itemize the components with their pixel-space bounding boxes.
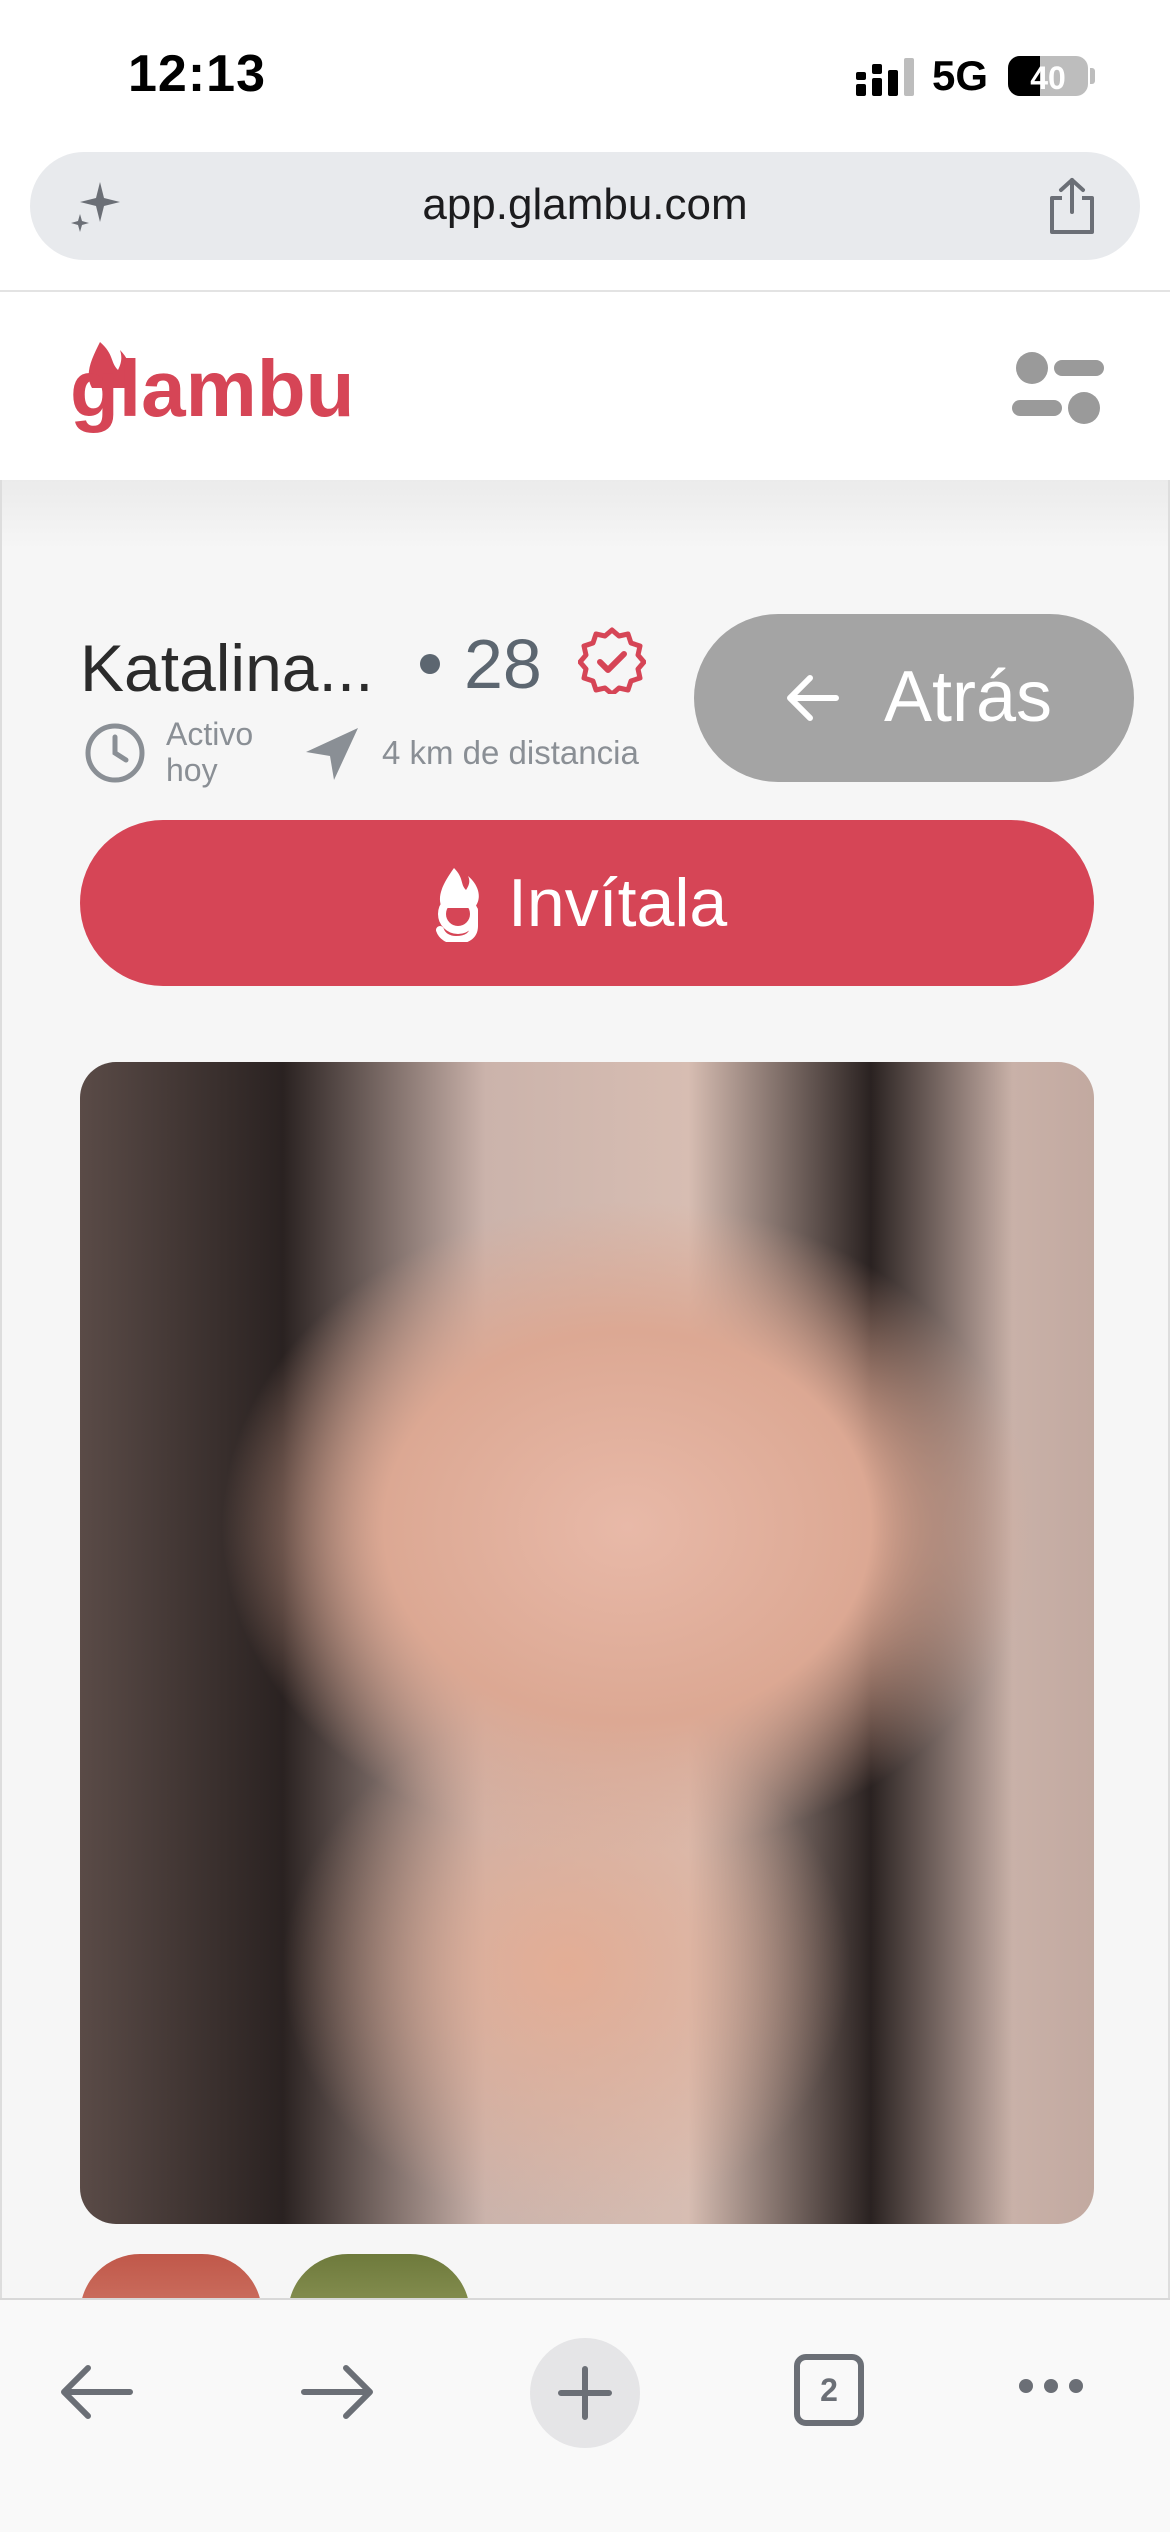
profile-photo[interactable] bbox=[80, 1062, 1094, 2224]
activity-status-line2: hoy bbox=[166, 752, 218, 788]
profile-content: Katalina... 28 Activo hoy 4 km de distan… bbox=[0, 480, 1170, 2298]
battery-tip bbox=[1090, 68, 1095, 84]
url-text[interactable]: app.glambu.com bbox=[30, 180, 1140, 230]
back-button-label: Atrás bbox=[884, 657, 1053, 737]
clock-icon bbox=[85, 723, 145, 783]
photo-thumbnail[interactable] bbox=[288, 2254, 470, 2298]
photo-thumbnail[interactable] bbox=[80, 2254, 262, 2298]
invite-button-label: Invítala bbox=[508, 865, 728, 941]
tab-count: 2 bbox=[820, 2372, 838, 2408]
logo-text: glambu bbox=[70, 344, 354, 433]
plus-icon bbox=[558, 2366, 612, 2420]
status-time: 12:13 bbox=[128, 45, 266, 103]
more-icon[interactable] bbox=[1016, 2374, 1086, 2398]
profile-age: 28 bbox=[464, 625, 542, 703]
browser-back-icon[interactable] bbox=[56, 2362, 136, 2422]
arrow-left-icon bbox=[787, 675, 839, 721]
url-bar[interactable]: app.glambu.com bbox=[30, 152, 1140, 260]
invite-button[interactable]: Invítala bbox=[80, 820, 1094, 986]
glambu-logo[interactable]: glambu bbox=[70, 334, 400, 444]
browser-toolbar: 2 bbox=[0, 2298, 1170, 2532]
menu-icon[interactable] bbox=[1012, 350, 1104, 426]
battery-icon: 40 bbox=[1008, 56, 1088, 96]
verified-icon bbox=[578, 627, 646, 694]
app-header: glambu bbox=[0, 292, 1170, 480]
content-shade bbox=[2, 480, 1168, 550]
profile-name: Katalina... bbox=[80, 631, 374, 705]
new-tab-button[interactable] bbox=[530, 2338, 640, 2448]
browser-forward-icon[interactable] bbox=[298, 2362, 378, 2422]
flame-icon bbox=[436, 868, 479, 942]
navigation-icon bbox=[306, 728, 358, 780]
battery-level: 40 bbox=[1030, 60, 1066, 96]
share-icon[interactable] bbox=[1044, 176, 1100, 236]
signal-icon bbox=[856, 58, 914, 96]
tabs-button[interactable]: 2 bbox=[794, 2354, 864, 2426]
activity-status: Activo hoy bbox=[166, 716, 286, 788]
status-bar: 12:13 5G 40 bbox=[0, 0, 1170, 150]
back-button[interactable]: Atrás bbox=[694, 614, 1134, 782]
activity-status-line1: Activo bbox=[166, 716, 254, 752]
network-type: 5G bbox=[932, 52, 989, 99]
separator-dot bbox=[420, 654, 440, 674]
distance-text: 4 km de distancia bbox=[382, 734, 639, 771]
